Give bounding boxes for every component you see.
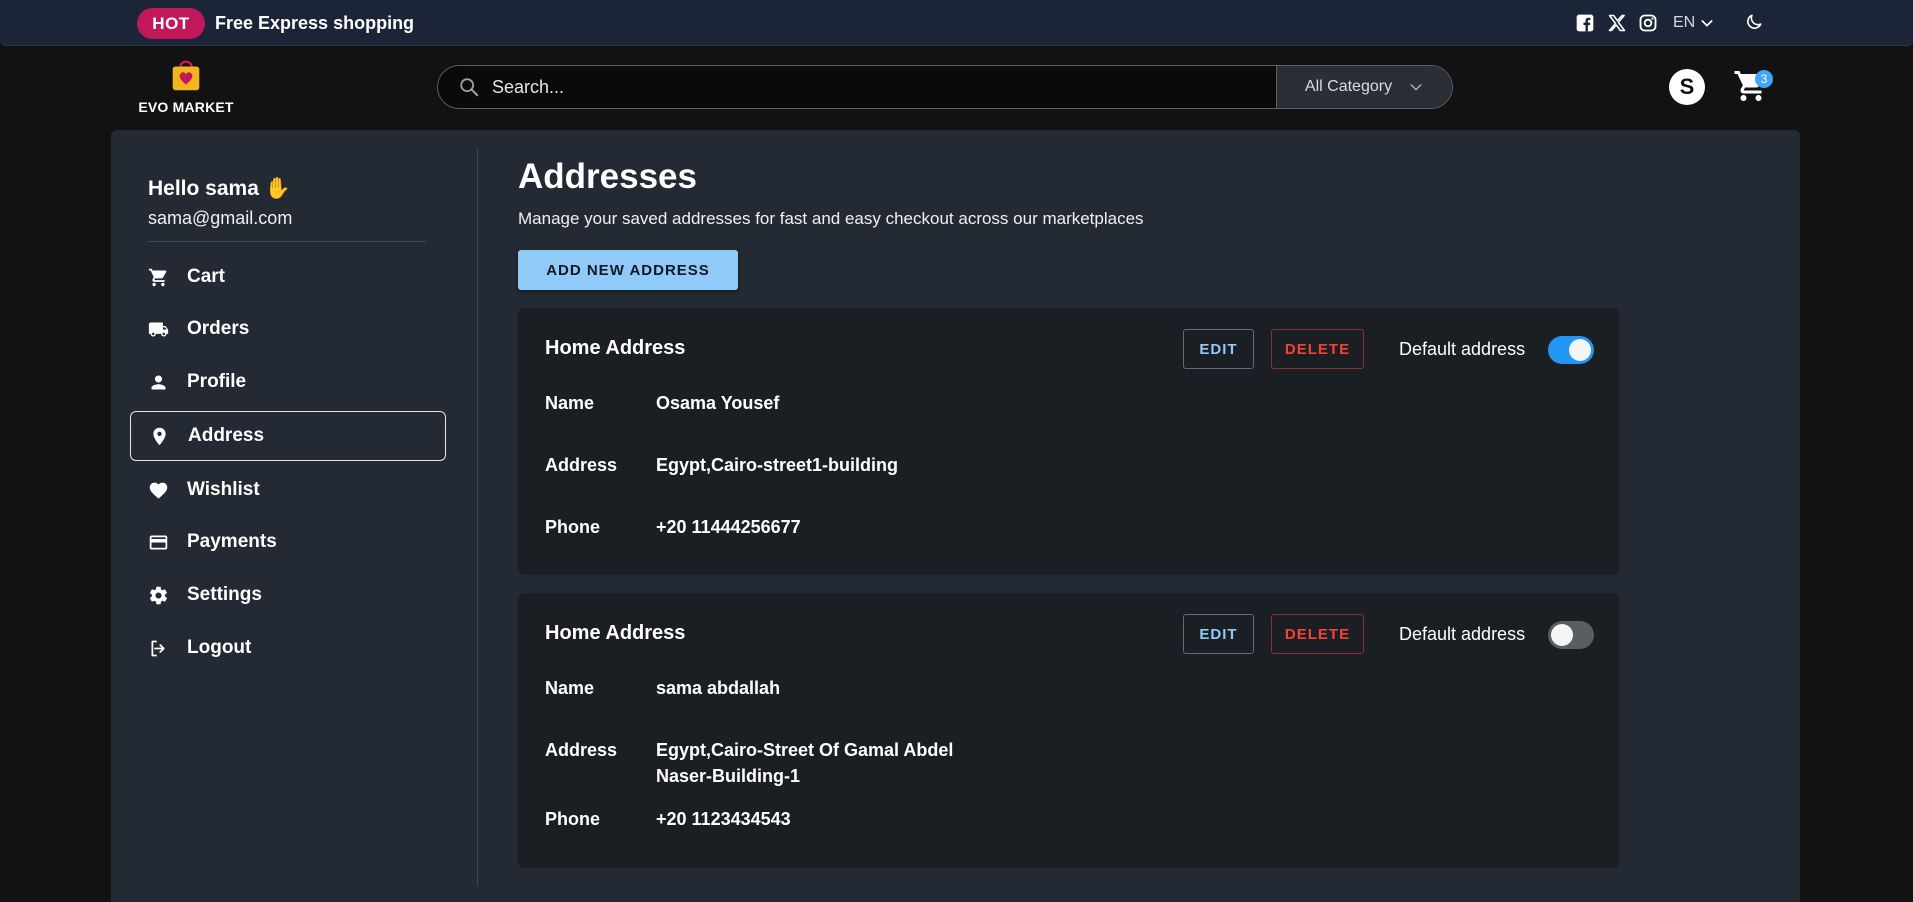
- sidebar-item-wishlist[interactable]: Wishlist: [130, 465, 446, 515]
- dark-mode-toggle-moon-icon[interactable]: [1744, 12, 1764, 32]
- evo-market-logo[interactable]: EVO MARKET: [136, 56, 236, 118]
- address-value: Egypt,Cairo-street1-building: [656, 455, 899, 475]
- sidebar-item-settings[interactable]: Settings: [130, 570, 446, 620]
- user-avatar[interactable]: S: [1669, 69, 1705, 105]
- add-new-address-button[interactable]: ADD NEW ADDRESS: [518, 250, 738, 290]
- default-address-label: Default address: [1399, 624, 1526, 644]
- sidebar-item-label: Orders: [187, 318, 250, 339]
- sidebar-item-orders[interactable]: Orders: [130, 304, 446, 354]
- toggle-knob: [1569, 339, 1591, 361]
- x-icon[interactable]: [1607, 13, 1627, 33]
- cart-icon: [148, 267, 169, 288]
- sidebar-item-label: Settings: [187, 584, 262, 605]
- credit-card-icon: [148, 532, 169, 553]
- sidebar-item-label: Profile: [187, 371, 247, 392]
- name-value: Osama Yousef: [656, 393, 780, 413]
- logout-icon: [148, 638, 169, 659]
- sidebar-item-profile[interactable]: Profile: [130, 357, 446, 407]
- promo-text: Free Express shopping: [215, 13, 415, 33]
- toggle-knob: [1551, 624, 1573, 646]
- address-label: Address: [545, 455, 618, 475]
- language-selector[interactable]: EN: [1673, 12, 1715, 34]
- default-address-toggle[interactable]: [1548, 621, 1594, 649]
- cart-button[interactable]: 3: [1733, 68, 1773, 108]
- name-label: Name: [545, 393, 595, 413]
- facebook-icon[interactable]: [1575, 13, 1595, 33]
- delete-address-button[interactable]: DELETE: [1271, 614, 1364, 654]
- user-greeting: Hello sama ✋: [148, 177, 291, 200]
- shopping-bag-icon: [172, 60, 200, 91]
- page-subtitle: Manage your saved addresses for fast and…: [518, 209, 1144, 228]
- page-title: Addresses: [518, 157, 697, 196]
- category-select-label: All Category: [1304, 78, 1393, 95]
- sidebar-item-label: Cart: [187, 266, 226, 287]
- person-icon: [148, 372, 169, 393]
- edit-address-button[interactable]: EDIT: [1183, 614, 1254, 654]
- address-card: Home Address EDIT DELETE Default address…: [518, 593, 1619, 868]
- language-label: EN: [1673, 14, 1696, 31]
- phone-value: +20 11444256677: [656, 517, 801, 537]
- user-email: sama@gmail.com: [148, 208, 293, 228]
- name-label: Name: [545, 678, 595, 698]
- address-value-line1: Egypt,Cairo-Street Of Gamal Abdel: [656, 740, 954, 760]
- heart-icon: [148, 480, 169, 501]
- edit-address-button[interactable]: EDIT: [1183, 329, 1254, 369]
- category-select[interactable]: All Category: [1276, 66, 1452, 108]
- sidebar-item-label: Logout: [187, 637, 252, 658]
- location-pin-icon: [149, 426, 170, 447]
- sidebar-item-address[interactable]: Address: [130, 411, 446, 461]
- announcement-bar: HOT Free Express shopping EN: [0, 0, 1913, 46]
- hot-badge: HOT: [137, 8, 205, 39]
- address-card: Home Address EDIT DELETE Default address…: [518, 308, 1619, 575]
- chevron-down-icon: [1701, 20, 1713, 27]
- logo-text: EVO MARKET: [138, 99, 234, 115]
- cart-count-badge: 3: [1755, 70, 1773, 88]
- sidebar-divider: [477, 148, 478, 886]
- instagram-icon[interactable]: [1638, 13, 1658, 33]
- delete-address-button[interactable]: DELETE: [1271, 329, 1364, 369]
- user-divider: [148, 241, 426, 242]
- sidebar-item-label: Wishlist: [187, 479, 260, 500]
- address-value-line2: Naser-Building-1: [656, 766, 801, 786]
- gear-icon: [148, 585, 169, 606]
- address-card-title: Home Address: [545, 622, 686, 644]
- sidebar-item-label: Payments: [187, 531, 277, 552]
- search-icon: [460, 78, 479, 97]
- phone-value: +20 1123434543: [656, 809, 791, 829]
- default-address-toggle[interactable]: [1548, 336, 1594, 364]
- chevron-down-icon: [1410, 84, 1422, 91]
- default-address-label: Default address: [1399, 339, 1526, 359]
- sidebar-item-logout[interactable]: Logout: [130, 623, 446, 673]
- search-bar: All Category: [437, 65, 1453, 109]
- search-field: [438, 66, 1276, 108]
- phone-label: Phone: [545, 517, 601, 537]
- sidebar-item-payments[interactable]: Payments: [130, 517, 446, 567]
- address-card-title: Home Address: [545, 337, 686, 359]
- search-input[interactable]: [492, 76, 1192, 98]
- sidebar-item-cart[interactable]: Cart: [130, 252, 446, 302]
- phone-label: Phone: [545, 809, 601, 829]
- name-value: sama abdallah: [656, 678, 781, 698]
- truck-icon: [148, 319, 169, 340]
- sidebar-item-label: Address: [188, 425, 265, 446]
- address-label: Address: [545, 740, 618, 760]
